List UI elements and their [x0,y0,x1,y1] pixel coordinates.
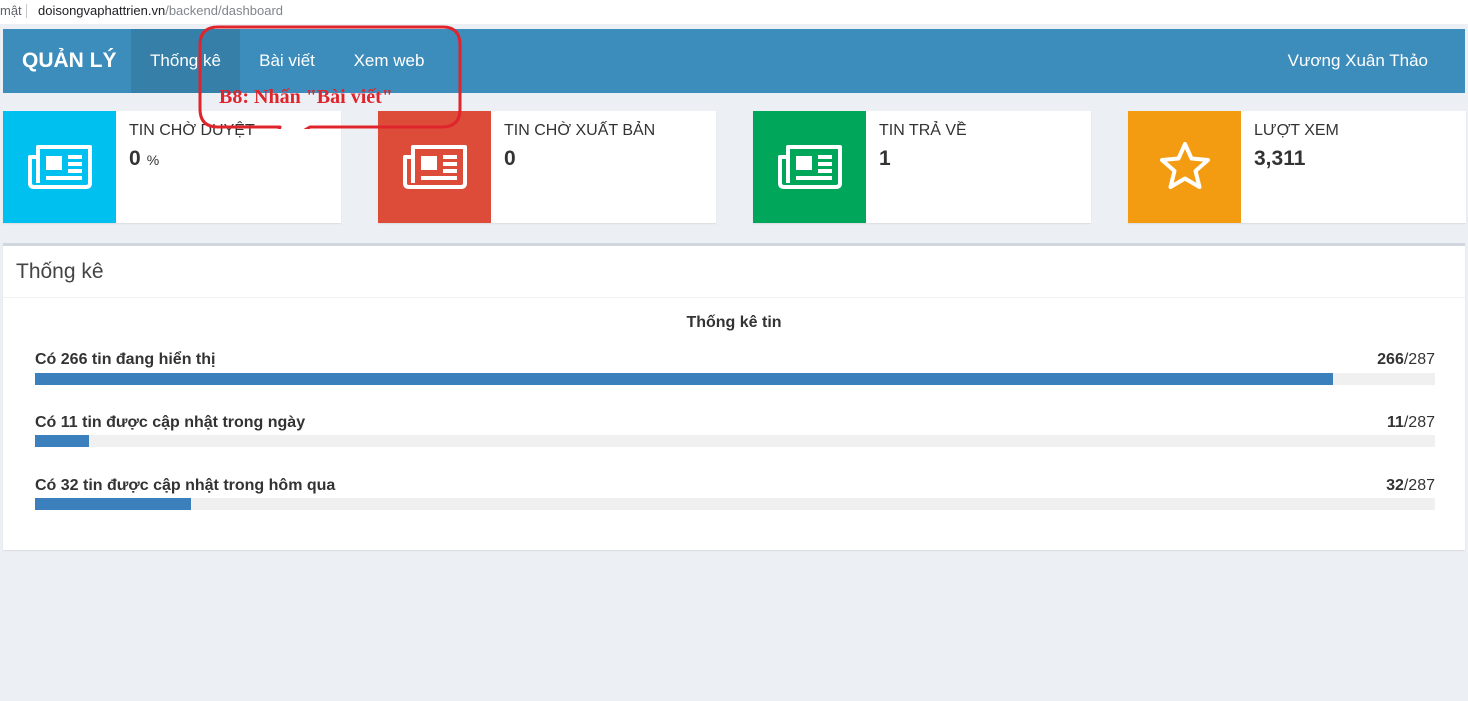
progress-fill [35,373,1333,385]
progress-label: Có 266 tin đang hiển thị [35,351,216,368]
newspaper-icon [3,111,116,223]
brand-logo[interactable]: QUẢN LÝ [22,29,117,93]
address-bar[interactable]: mật doisongvaphattrien.vn/backend/dashbo… [0,0,1468,24]
annotation-callout [198,25,462,129]
annotation-text: B8: Nhấn "Bài viết" [219,86,393,108]
security-label[interactable]: mật [0,0,22,22]
progress-bar [35,435,1435,447]
progress-count: 32/287 [1386,477,1435,495]
info-box-number: 0 [504,147,516,170]
progress-label: Có 11 tin được cập nhật trong ngày [35,414,306,431]
progress-count: 266/287 [1377,351,1435,369]
info-box-number: 3,311 [1254,147,1306,170]
info-box-number: 0 [129,147,141,170]
address-separator [26,4,27,18]
progress-bar [35,498,1435,510]
info-box-value: 0% [129,147,159,171]
progress-count: 11/287 [1387,414,1435,432]
progress-count-total: /287 [1403,351,1435,368]
progress-label: Có 32 tin được cập nhật trong hôm qua [35,477,336,494]
progress-fill [35,498,192,510]
progress-count-total: /287 [1403,477,1435,494]
stats-panel: Thống kê Thống kê tin Có 266 tin đang hi… [3,243,1465,550]
progress-bar [35,373,1435,385]
info-box-label: TIN TRẢ VỀ [879,122,967,139]
progress-count-value: 32 [1386,477,1404,494]
progress-count-value: 266 [1377,351,1404,368]
user-menu[interactable]: Vương Xuân Thảo [1288,29,1428,93]
info-box-views: LƯỢT XEM 3,311 [1128,111,1466,223]
info-box-label: LƯỢT XEM [1254,122,1339,139]
progress-count-total: /287 [1403,414,1435,431]
panel-divider [3,297,1465,298]
progress-fill [35,435,89,447]
chart-heading: Thống kê tin [686,314,782,331]
url-path: /backend/dashboard [165,3,284,18]
info-box-label: TIN CHỜ XUẤT BẢN [504,122,656,139]
progress-count-value: 11 [1386,414,1404,431]
info-box-number: 1 [879,147,891,170]
star-icon [1128,111,1241,223]
url-host: doisongvaphattrien.vn [38,3,166,18]
newspaper-icon [753,111,866,223]
url-text[interactable]: doisongvaphattrien.vn/backend/dashboard [38,0,283,22]
info-box-returned: TIN TRẢ VỀ 1 [753,111,1091,223]
info-box-unit: % [146,152,160,168]
panel-title: Thống kê [16,260,104,283]
